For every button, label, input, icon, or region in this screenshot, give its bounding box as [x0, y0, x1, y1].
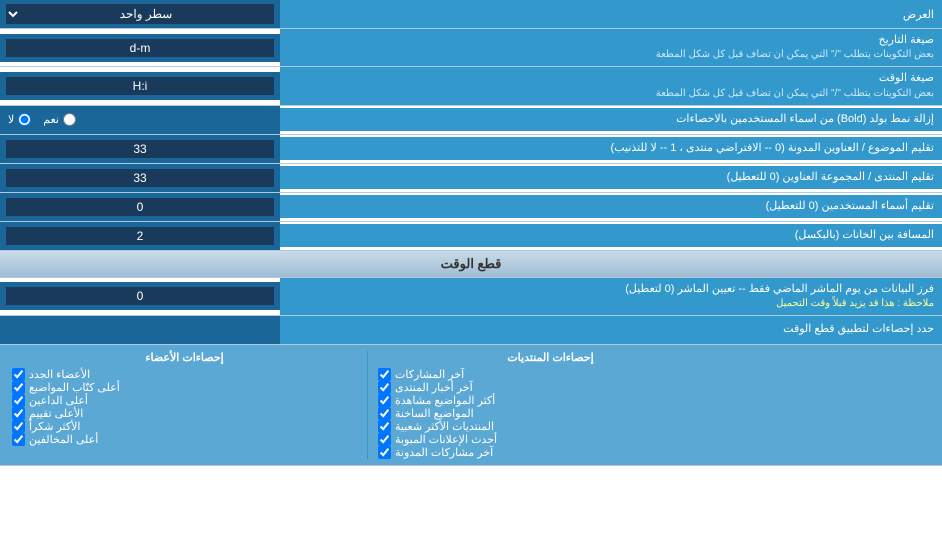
cb-most-thanked-input[interactable]	[12, 420, 25, 433]
forum-order-input[interactable]	[6, 169, 274, 187]
cb-top-inviters: أعلى الداعين	[12, 394, 357, 407]
cb-forum-news-input[interactable]	[378, 381, 391, 394]
bold-remove-radio-cell: نعم لا	[0, 106, 280, 134]
bold-yes-radio[interactable]	[63, 113, 76, 126]
cutoff-label: فرز البيانات من يوم الماشر الماضي فقط --…	[280, 278, 942, 315]
display-select[interactable]: سطر واحد سطرين ثلاثة أسطر	[6, 4, 274, 24]
bold-remove-label-line1: إزالة نمط بولد (Bold) من اسماء المستخدمي…	[288, 112, 934, 127]
forum-stats-header: إحصاءات المنتديات	[378, 351, 723, 364]
gap-label-line1: المسافة بين الخانات (بالبكسل)	[288, 228, 934, 243]
display-label: العرض	[280, 4, 942, 25]
topic-order-input[interactable]	[6, 140, 274, 158]
cutoff-section-header: قطع الوقت	[0, 251, 942, 278]
date-format-input[interactable]	[6, 39, 274, 57]
cb-blog-posts: آخر مشاركات المدونة	[378, 446, 723, 459]
cb-new-members: الأعضاء الجدد	[12, 368, 357, 381]
cb-top-rated-input[interactable]	[12, 407, 25, 420]
bold-no-radio[interactable]	[18, 113, 31, 126]
user-order-input-cell	[0, 193, 280, 221]
cb-forum-news: آخر أخبار المنتدى	[378, 381, 723, 394]
cb-latest-posts-input[interactable]	[378, 368, 391, 381]
date-format-label-line1: صيغة التاريخ	[288, 33, 934, 48]
time-format-label: صيغة الوقت بعض التكوينات يتطلب "/" التي …	[280, 67, 942, 104]
cutoff-input[interactable]	[6, 287, 274, 305]
cb-latest-posts: آخر المشاركات	[378, 368, 723, 381]
col-divider	[367, 351, 368, 459]
cb-hot-topics: المواضيع الساخنة	[378, 407, 723, 420]
cb-hot-topics-input[interactable]	[378, 407, 391, 420]
member-stats-col: إحصاءات الأعضاء الأعضاء الجدد أعلى كتّاب…	[8, 351, 361, 459]
topic-order-label-line1: تقليم الموضوع / العناوين المدونة (0 -- ا…	[288, 141, 934, 156]
stats-apply-label: حدد إحصاءات لتطبيق قطع الوقت	[280, 318, 942, 341]
bold-remove-label: إزالة نمط بولد (Bold) من اسماء المستخدمي…	[280, 108, 942, 131]
cb-most-viewed-input[interactable]	[378, 394, 391, 407]
cb-most-viewed: أكثر المواضيع مشاهدة	[378, 394, 723, 407]
date-format-label-line2: بعض التكوينات يتطلب "/" التي يمكن ان تضا…	[288, 48, 934, 62]
gap-input-cell	[0, 222, 280, 250]
cb-top-violators: أعلى المخالفين	[12, 433, 357, 446]
time-format-label-line2: بعض التكوينات يتطلب "/" التي يمكن ان تضا…	[288, 87, 934, 101]
cutoff-section-title: قطع الوقت	[441, 256, 502, 271]
user-order-label: تقليم أسماء المستخدمين (0 للتعطيل)	[280, 195, 942, 218]
cb-top-rated: الأعلى تقييم	[12, 407, 357, 420]
cutoff-label-note: ملاحظة : هذا قد يزيد قبلاً وقت التحميل	[288, 297, 934, 311]
cutoff-label-line1: فرز البيانات من يوم الماشر الماضي فقط --…	[288, 282, 934, 297]
user-order-label-line1: تقليم أسماء المستخدمين (0 للتعطيل)	[288, 199, 934, 214]
forum-order-input-cell	[0, 164, 280, 192]
cb-new-members-input[interactable]	[12, 368, 25, 381]
cutoff-input-cell	[0, 282, 280, 310]
bold-no-label[interactable]: لا	[8, 113, 31, 126]
cb-top-violators-input[interactable]	[12, 433, 25, 446]
cb-latest-classifieds-input[interactable]	[378, 433, 391, 446]
cb-top-inviters-input[interactable]	[12, 394, 25, 407]
cb-latest-classifieds: أحدث الإعلانات المبوبة	[378, 433, 723, 446]
date-format-label: صيغة التاريخ بعض التكوينات يتطلب "/" الت…	[280, 29, 942, 66]
forum-order-label: تقليم المنتدى / المجموعة العناوين (0 للت…	[280, 166, 942, 189]
time-format-label-line1: صيغة الوقت	[288, 71, 934, 86]
stats-apply-cell	[0, 316, 280, 344]
time-format-input[interactable]	[6, 77, 274, 95]
cb-top-posters-input[interactable]	[12, 381, 25, 394]
topic-order-label: تقليم الموضوع / العناوين المدونة (0 -- ا…	[280, 137, 942, 160]
forum-stats-col: إحصاءات المنتديات آخر المشاركات آخر أخبا…	[374, 351, 727, 459]
cb-most-thanked: الأكثر شكراً	[12, 420, 357, 433]
gap-input[interactable]	[6, 227, 274, 245]
cb-popular-forums: المنتديات الأكثر شعبية	[378, 420, 723, 433]
display-select-cell: سطر واحد سطرين ثلاثة أسطر	[0, 0, 280, 28]
forum-order-label-line1: تقليم المنتدى / المجموعة العناوين (0 للت…	[288, 170, 934, 185]
cb-popular-forums-input[interactable]	[378, 420, 391, 433]
gap-label: المسافة بين الخانات (بالبكسل)	[280, 224, 942, 247]
cb-blog-posts-input[interactable]	[378, 446, 391, 459]
bold-yes-label[interactable]: نعم	[43, 113, 76, 126]
checkboxes-section: إحصاءات المنتديات آخر المشاركات آخر أخبا…	[0, 345, 942, 466]
member-stats-header: إحصاءات الأعضاء	[12, 351, 357, 364]
time-format-input-cell	[0, 72, 280, 100]
date-format-input-cell	[0, 34, 280, 62]
user-order-input[interactable]	[6, 198, 274, 216]
empty-col	[727, 351, 934, 459]
topic-order-input-cell	[0, 135, 280, 163]
cb-top-posters: أعلى كتّاب المواضيع	[12, 381, 357, 394]
